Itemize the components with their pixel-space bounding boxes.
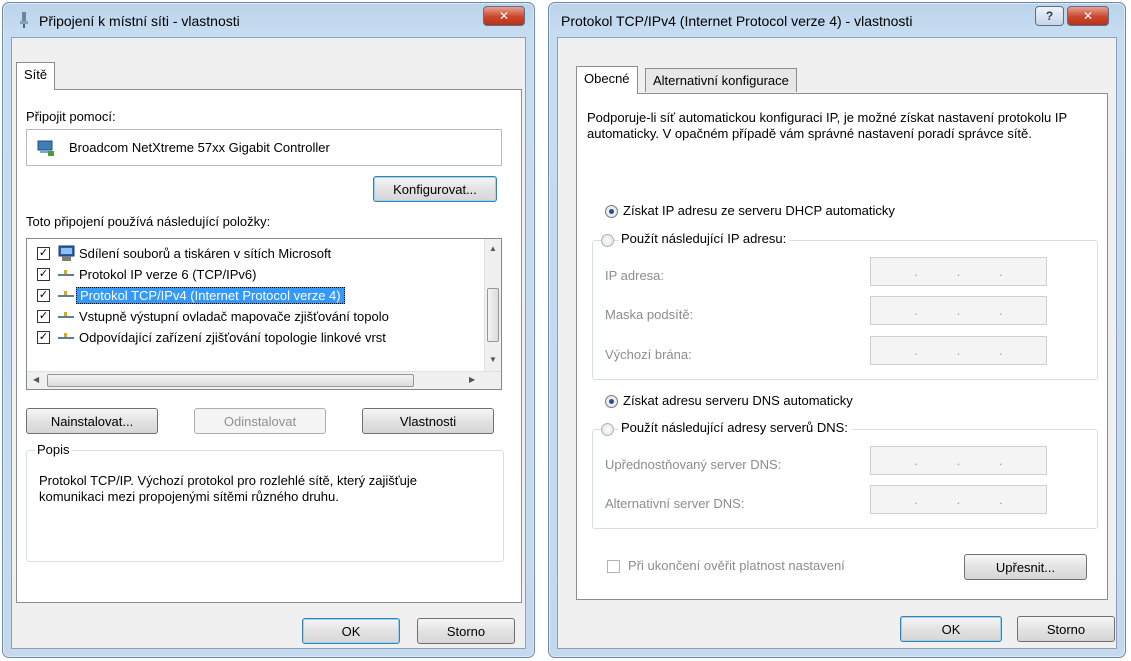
ip-auto-radio[interactable] <box>605 205 618 218</box>
default-gateway-field: ... <box>870 336 1047 365</box>
description-label: Popis <box>35 442 72 457</box>
item-checkbox[interactable]: ✓ <box>37 247 50 260</box>
close-button[interactable]: ✕ <box>483 6 525 26</box>
ip-manual-radio[interactable] <box>601 234 614 247</box>
protocol-icon <box>58 333 74 339</box>
tcpip-properties-window: Protokol TCP/IPv4 (Internet Protocol ver… <box>548 2 1126 658</box>
cancel-button[interactable]: Storno <box>1017 616 1115 642</box>
help-button[interactable]: ? <box>1035 6 1064 26</box>
validate-checkbox[interactable] <box>607 560 620 573</box>
advanced-button[interactable]: Upřesnit... <box>964 554 1087 580</box>
alternate-dns-label: Alternativní server DNS: <box>605 496 745 511</box>
items-label: Toto připojení používá následující polož… <box>26 214 271 229</box>
dialog-body: Obecné Alternativní konfigurace Podporuj… <box>557 37 1117 649</box>
adapter-name: Broadcom NetXtreme 57xx Gigabit Controll… <box>69 140 330 155</box>
lan-properties-window: Připojení k místní síti - vlastnosti ✕ S… <box>2 2 535 658</box>
description-text: Protokol TCP/IP. Výchozí protokol pro ro… <box>39 473 417 504</box>
list-item[interactable]: ✓ Sdílení souborů a tiskáren v sítích Mi… <box>33 244 453 265</box>
protocol-icon <box>58 270 74 276</box>
tab-general[interactable]: Obecné <box>576 66 638 94</box>
title-bar[interactable]: Připojení k místní síti - vlastnosti ✕ <box>3 3 534 37</box>
tab-networking[interactable]: Sítě <box>16 62 56 90</box>
intro-text: Podporuje-li síť automatickou konfigurac… <box>587 110 1067 141</box>
item-checkbox[interactable]: ✓ <box>37 289 50 302</box>
close-button[interactable]: ✕ <box>1067 6 1109 26</box>
scroll-left-icon[interactable]: ◀ <box>33 375 39 384</box>
list-item[interactable]: ✓ Protokol TCP/IPv4 (Internet Protocol v… <box>33 286 453 307</box>
adapter-box: Broadcom NetXtreme 57xx Gigabit Controll… <box>26 129 502 166</box>
list-item[interactable]: ✓ Vstupně výstupní ovladač mapovače zjiš… <box>33 307 453 328</box>
scroll-down-icon[interactable]: ▼ <box>489 355 497 364</box>
tab-panel: Připojit pomocí: Broadcom NetXtreme 57xx… <box>16 89 522 603</box>
ip-address-label: IP adresa: <box>605 268 665 283</box>
item-label: Vstupně výstupní ovladač mapovače zjišťo… <box>79 309 389 324</box>
configure-button[interactable]: Konfigurovat... <box>373 176 497 202</box>
list-item[interactable]: ✓ Odpovídající zařízení zjišťování topol… <box>33 328 453 349</box>
network-icon <box>17 12 31 28</box>
protocol-icon <box>58 291 74 297</box>
window-title: Připojení k místní síti - vlastnosti <box>39 13 240 29</box>
ok-button[interactable]: OK <box>302 618 400 644</box>
window-title: Protokol TCP/IPv4 (Internet Protocol ver… <box>561 13 913 29</box>
list-item[interactable]: ✓ Protokol IP verze 6 (TCP/IPv6) <box>33 265 453 286</box>
ip-address-field: ... <box>870 257 1047 286</box>
properties-button[interactable]: Vlastnosti <box>362 408 494 434</box>
dns-manual-label[interactable]: Použít následující adresy serverů DNS: <box>619 420 852 435</box>
validate-label[interactable]: Při ukončení ověřit platnost nastavení <box>628 558 845 573</box>
share-printer-icon <box>58 245 76 265</box>
scroll-up-icon[interactable]: ▲ <box>489 244 497 253</box>
protocol-icon <box>58 312 74 318</box>
description-group: Popis Protokol TCP/IP. Výchozí protokol … <box>26 442 504 562</box>
scroll-thumb[interactable] <box>47 374 414 387</box>
subnet-mask-field: ... <box>870 296 1047 325</box>
cancel-button[interactable]: Storno <box>417 618 515 644</box>
item-checkbox[interactable]: ✓ <box>37 310 50 323</box>
components-list[interactable]: ✓ Sdílení souborů a tiskáren v sítích Mi… <box>26 238 502 390</box>
connect-using-label: Připojit pomocí: <box>26 109 116 124</box>
subnet-mask-label: Maska podsítě: <box>605 307 694 322</box>
dns-manual-radio[interactable] <box>601 423 614 436</box>
item-checkbox[interactable]: ✓ <box>37 331 50 344</box>
tab-alternative-configuration[interactable]: Alternativní konfigurace <box>645 68 797 92</box>
ip-manual-label[interactable]: Použít následující IP adresu: <box>619 231 791 246</box>
dns-auto-radio[interactable] <box>605 395 618 408</box>
manual-ip-group: Použít následující IP adresu: IP adresa:… <box>592 231 1098 380</box>
manual-dns-group: Použít následující adresy serverů DNS: U… <box>592 420 1098 529</box>
item-label: Sdílení souborů a tiskáren v sítích Micr… <box>79 246 332 261</box>
horizontal-scrollbar[interactable]: ◀ ▶ <box>27 371 501 389</box>
item-checkbox[interactable]: ✓ <box>37 268 50 281</box>
dialog-body: Sítě Připojit pomocí: Broadcom NetXtreme… <box>11 37 526 649</box>
install-button[interactable]: Nainstalovat... <box>26 408 158 434</box>
default-gateway-label: Výchozí brána: <box>605 347 692 362</box>
vertical-scrollbar[interactable]: ▲ ▼ <box>484 239 501 372</box>
network-adapter-icon <box>37 139 55 160</box>
preferred-dns-field: ... <box>870 446 1047 475</box>
item-label: Protokol TCP/IPv4 (Internet Protocol ver… <box>76 287 345 304</box>
item-label: Protokol IP verze 6 (TCP/IPv6) <box>79 267 257 282</box>
uninstall-button: Odinstalovat <box>194 408 326 434</box>
alternate-dns-field: ... <box>870 485 1047 514</box>
ip-auto-label[interactable]: Získat IP adresu ze serveru DHCP automat… <box>623 203 895 218</box>
title-bar[interactable]: Protokol TCP/IPv4 (Internet Protocol ver… <box>549 3 1125 37</box>
tab-panel: Podporuje-li síť automatickou konfigurac… <box>576 93 1108 600</box>
scroll-thumb[interactable] <box>487 288 499 342</box>
dns-auto-label[interactable]: Získat adresu serveru DNS automaticky <box>623 393 853 408</box>
scroll-right-icon[interactable]: ▶ <box>469 375 475 384</box>
ok-button[interactable]: OK <box>900 616 1002 642</box>
item-label: Odpovídající zařízení zjišťování topolog… <box>79 330 386 345</box>
preferred-dns-label: Upřednostňovaný server DNS: <box>605 457 782 472</box>
